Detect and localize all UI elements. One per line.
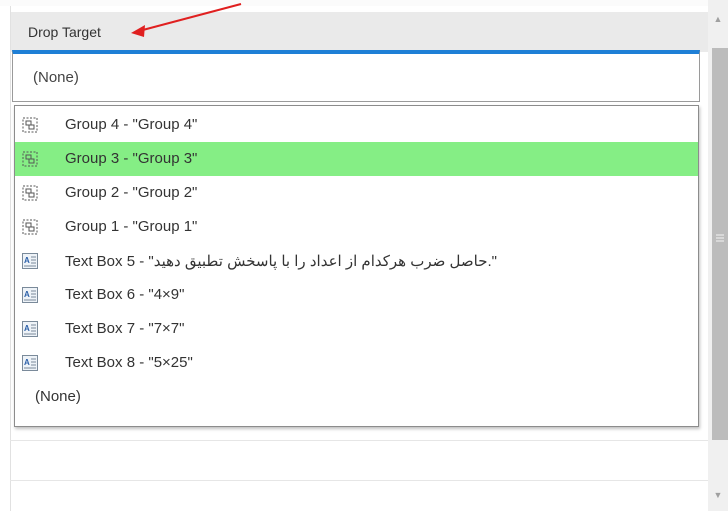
scroll-thumb[interactable] bbox=[712, 48, 728, 440]
group-icon bbox=[22, 219, 38, 235]
grip-icon bbox=[716, 234, 724, 242]
text-box-icon: A bbox=[22, 321, 38, 337]
row-divider bbox=[10, 440, 708, 441]
annotation-arrow-icon bbox=[131, 3, 242, 37]
dropdown-item-text-box-7[interactable]: A Text Box 7 - "7×7" bbox=[15, 312, 698, 346]
property-header: Drop Target bbox=[11, 3, 709, 52]
dropdown-item-group-2[interactable]: Group 2 - "Group 2" bbox=[15, 176, 698, 210]
dropdown-item-text-box-6[interactable]: A Text Box 6 - "4×9" bbox=[15, 278, 698, 312]
text-box-icon: A bbox=[22, 355, 38, 371]
group-icon bbox=[22, 117, 38, 133]
select-current-value: (None) bbox=[33, 69, 79, 86]
dropdown-item-group-1[interactable]: Group 1 - "Group 1" bbox=[15, 210, 698, 244]
text-box-icon: A bbox=[22, 287, 38, 303]
dropdown-item-label: Group 2 - "Group 2" bbox=[65, 184, 198, 201]
dropdown-item-label: Text Box 7 - "7×7" bbox=[65, 320, 185, 337]
dropdown-item-label: Group 1 - "Group 1" bbox=[65, 218, 198, 235]
dropdown-item-text-box-8[interactable]: A Text Box 8 - "5×25" bbox=[15, 346, 698, 380]
row-divider bbox=[10, 480, 708, 481]
drop-target-dropdown-list[interactable]: Group 4 - "Group 4" Group 3 - "Group 3" … bbox=[14, 105, 699, 427]
svg-text:A: A bbox=[24, 290, 30, 299]
dropdown-item-group-4[interactable]: Group 4 - "Group 4" bbox=[15, 108, 698, 142]
scroll-down-arrow-icon[interactable]: ▼ bbox=[708, 488, 728, 502]
scroll-up-arrow-icon[interactable]: ▲ bbox=[708, 12, 728, 26]
dropdown-item-label: Text Box 6 - "4×9" bbox=[65, 286, 185, 303]
svg-text:A: A bbox=[24, 324, 30, 333]
group-icon bbox=[22, 151, 38, 167]
vertical-scrollbar[interactable]: ▲ ▼ bbox=[708, 0, 728, 511]
text-box-icon: A bbox=[22, 253, 38, 269]
dropdown-item-label: Text Box 5 - "حاصل ضرب هرکدام از اعداد ر… bbox=[65, 253, 497, 270]
dropdown-item-group-3[interactable]: Group 3 - "Group 3" bbox=[15, 142, 698, 176]
svg-text:A: A bbox=[24, 358, 30, 367]
svg-text:A: A bbox=[24, 256, 30, 265]
group-icon bbox=[22, 185, 38, 201]
dropdown-item-none[interactable]: (None) bbox=[15, 380, 698, 414]
dropdown-item-label: Group 4 - "Group 4" bbox=[65, 116, 198, 133]
drop-target-label: Drop Target bbox=[28, 24, 101, 40]
drop-target-select[interactable]: (None) bbox=[12, 50, 700, 102]
dropdown-item-text-box-5[interactable]: A Text Box 5 - "حاصل ضرب هرکدام از اعداد… bbox=[15, 244, 698, 278]
dropdown-item-label: Text Box 8 - "5×25" bbox=[65, 354, 193, 371]
dropdown-item-label: (None) bbox=[35, 388, 81, 405]
dropdown-item-label: Group 3 - "Group 3" bbox=[65, 150, 198, 167]
